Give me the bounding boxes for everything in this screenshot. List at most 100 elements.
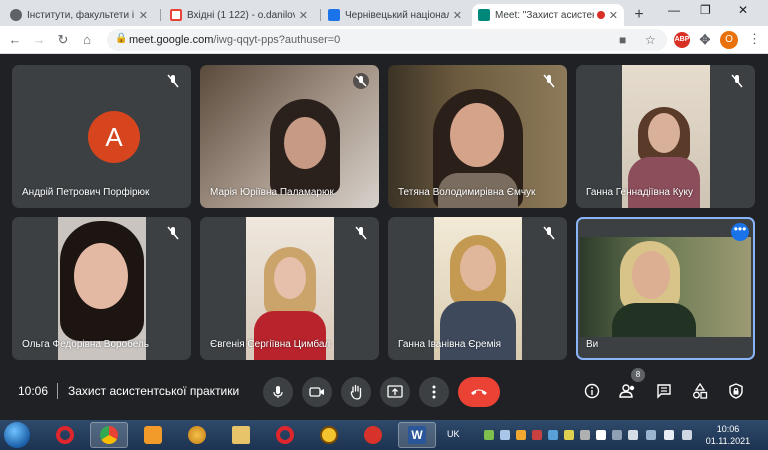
- host-controls-button[interactable]: [726, 381, 746, 401]
- taskbar-word-button[interactable]: W: [398, 422, 436, 448]
- taskbar-opera-2-button[interactable]: [266, 422, 304, 448]
- more-options-icon[interactable]: •••: [731, 223, 749, 241]
- reload-icon[interactable]: ↻: [54, 31, 72, 49]
- tray-app-icon[interactable]: [484, 430, 494, 440]
- tray-app-icon[interactable]: [516, 430, 526, 440]
- browser-menu-icon[interactable]: ⋮: [748, 31, 761, 47]
- camera-icon: [309, 387, 324, 397]
- forward-icon[interactable]: →: [30, 31, 48, 49]
- tab-title: Чернівецький національний університет: [345, 9, 449, 21]
- browser-tab-3[interactable]: Чернівецький національний університет ✕: [322, 4, 468, 26]
- mic-off-icon: [731, 74, 743, 88]
- participant-name: Ганна Геннадіївна Куку: [586, 187, 694, 198]
- tab-title: Вхідні (1 122) - o.danilovan@chnu.edu.ua: [187, 9, 295, 21]
- taskbar-clock[interactable]: 10:06 01.11.2021: [702, 423, 754, 447]
- people-button[interactable]: [618, 381, 638, 401]
- bookmark-star-icon[interactable]: ☆: [645, 33, 656, 47]
- shapes-icon: [693, 383, 708, 399]
- back-icon[interactable]: ←: [6, 31, 24, 49]
- profile-avatar[interactable]: O: [720, 31, 738, 49]
- participant-tile[interactable]: Ганна Геннадіївна Куку: [576, 65, 755, 208]
- hang-up-icon: [471, 389, 487, 395]
- participant-face: [648, 113, 680, 153]
- participant-clothing: [440, 301, 516, 360]
- mic-off-icon: [543, 226, 555, 240]
- opera-icon: [276, 426, 294, 444]
- microphone-button[interactable]: [263, 377, 293, 407]
- tray-app-icon[interactable]: [580, 430, 590, 440]
- kebab-icon: [432, 385, 436, 399]
- taskbar-media-player-button[interactable]: [134, 422, 172, 448]
- taskbar-ccleaner-button[interactable]: [354, 422, 392, 448]
- taskbar-opera-button[interactable]: [46, 422, 84, 448]
- chat-button[interactable]: [654, 381, 674, 401]
- minimize-icon[interactable]: —: [668, 3, 680, 17]
- leave-call-button[interactable]: [458, 377, 500, 407]
- shield-lock-icon: [729, 383, 743, 399]
- taskbar-app-2-button[interactable]: [310, 422, 348, 448]
- home-icon[interactable]: ⌂: [78, 31, 96, 49]
- participant-tile[interactable]: Ольга Федорівна Воробель: [12, 217, 191, 360]
- site-icon: [328, 9, 340, 21]
- word-icon: W: [408, 426, 426, 444]
- meet-stage: A Андрій Петрович Порфірюк Марія Юріївна…: [0, 55, 768, 365]
- extensions-puzzle-icon[interactable]: ✥: [697, 32, 713, 48]
- mic-off-icon: [353, 73, 369, 89]
- tray-app-icon[interactable]: [628, 430, 638, 440]
- tray-app-icon[interactable]: [532, 430, 542, 440]
- url-text: meet.google.com/iwg-qqyt-pps?authuser=0: [129, 34, 341, 46]
- new-tab-button[interactable]: +: [629, 5, 649, 25]
- network-icon[interactable]: [646, 430, 656, 440]
- participant-face: [274, 257, 306, 299]
- tray-app-icon[interactable]: [500, 430, 510, 440]
- taskbar-explorer-button[interactable]: [222, 422, 260, 448]
- lock-icon[interactable]: 🔒: [115, 33, 127, 44]
- taskbar-app-button[interactable]: [178, 422, 216, 448]
- present-screen-button[interactable]: [380, 377, 410, 407]
- chat-icon: [657, 384, 671, 399]
- participant-tile[interactable]: Тетяна Володимирівна Ємчук: [388, 65, 567, 208]
- mic-off-icon: [167, 74, 179, 88]
- window-close-icon[interactable]: ✕: [738, 3, 748, 17]
- mic-off-icon: [355, 226, 367, 240]
- language-indicator[interactable]: UK: [447, 429, 460, 439]
- tray-app-icon[interactable]: [548, 430, 558, 440]
- participant-name: Марія Юріївна Паламарюк: [210, 187, 334, 198]
- close-tab-icon[interactable]: ✕: [299, 9, 308, 22]
- meeting-details-button[interactable]: [582, 381, 602, 401]
- present-icon: [387, 385, 403, 398]
- ccleaner-icon: [364, 426, 382, 444]
- close-tab-icon[interactable]: ✕: [139, 9, 148, 22]
- participant-name: Тетяна Володимирівна Ємчук: [398, 187, 536, 198]
- maximize-icon[interactable]: ❐: [700, 3, 711, 17]
- tray-app-icon[interactable]: [596, 430, 606, 440]
- media-player-icon: [144, 426, 162, 444]
- camera-button[interactable]: [302, 377, 332, 407]
- participant-face: [284, 117, 326, 169]
- tray-app-icon[interactable]: [564, 430, 574, 440]
- chrome-icon: [100, 426, 118, 444]
- browser-tab-2[interactable]: Вхідні (1 122) - o.danilovan@chnu.edu.ua…: [164, 4, 314, 26]
- taskbar-chrome-button[interactable]: [90, 422, 128, 448]
- volume-icon[interactable]: [682, 430, 692, 440]
- signal-icon[interactable]: [664, 430, 674, 440]
- participant-tile[interactable]: Євгенія Сергіївна Цимбал: [200, 217, 379, 360]
- adblock-extension-icon[interactable]: ABP: [674, 32, 690, 48]
- close-tab-icon[interactable]: ✕: [453, 9, 462, 22]
- people-icon: [619, 384, 635, 398]
- info-icon: [584, 383, 600, 399]
- camera-in-use-icon[interactable]: ■: [619, 33, 626, 47]
- participant-tile[interactable]: Ганна Іванівна Єремія: [388, 217, 567, 360]
- raise-hand-button[interactable]: [341, 377, 371, 407]
- participant-tile[interactable]: Марія Юріївна Паламарюк: [200, 65, 379, 208]
- browser-tab-1[interactable]: Інститути, факультети і кафедри ✕: [4, 4, 154, 26]
- mic-icon: [273, 386, 283, 398]
- tray-app-icon[interactable]: [612, 430, 622, 440]
- activities-button[interactable]: [690, 381, 710, 401]
- address-bar[interactable]: 🔒 meet.google.com/iwg-qqyt-pps?authuser=…: [107, 29, 667, 51]
- participant-tile[interactable]: A Андрій Петрович Порфірюк: [12, 65, 191, 208]
- windows-start-button[interactable]: [4, 422, 30, 448]
- more-options-button[interactable]: [419, 377, 449, 407]
- close-tab-icon[interactable]: ✕: [609, 9, 618, 22]
- browser-tab-active[interactable]: Meet: "Захист асистентської практики" ✕: [472, 4, 624, 26]
